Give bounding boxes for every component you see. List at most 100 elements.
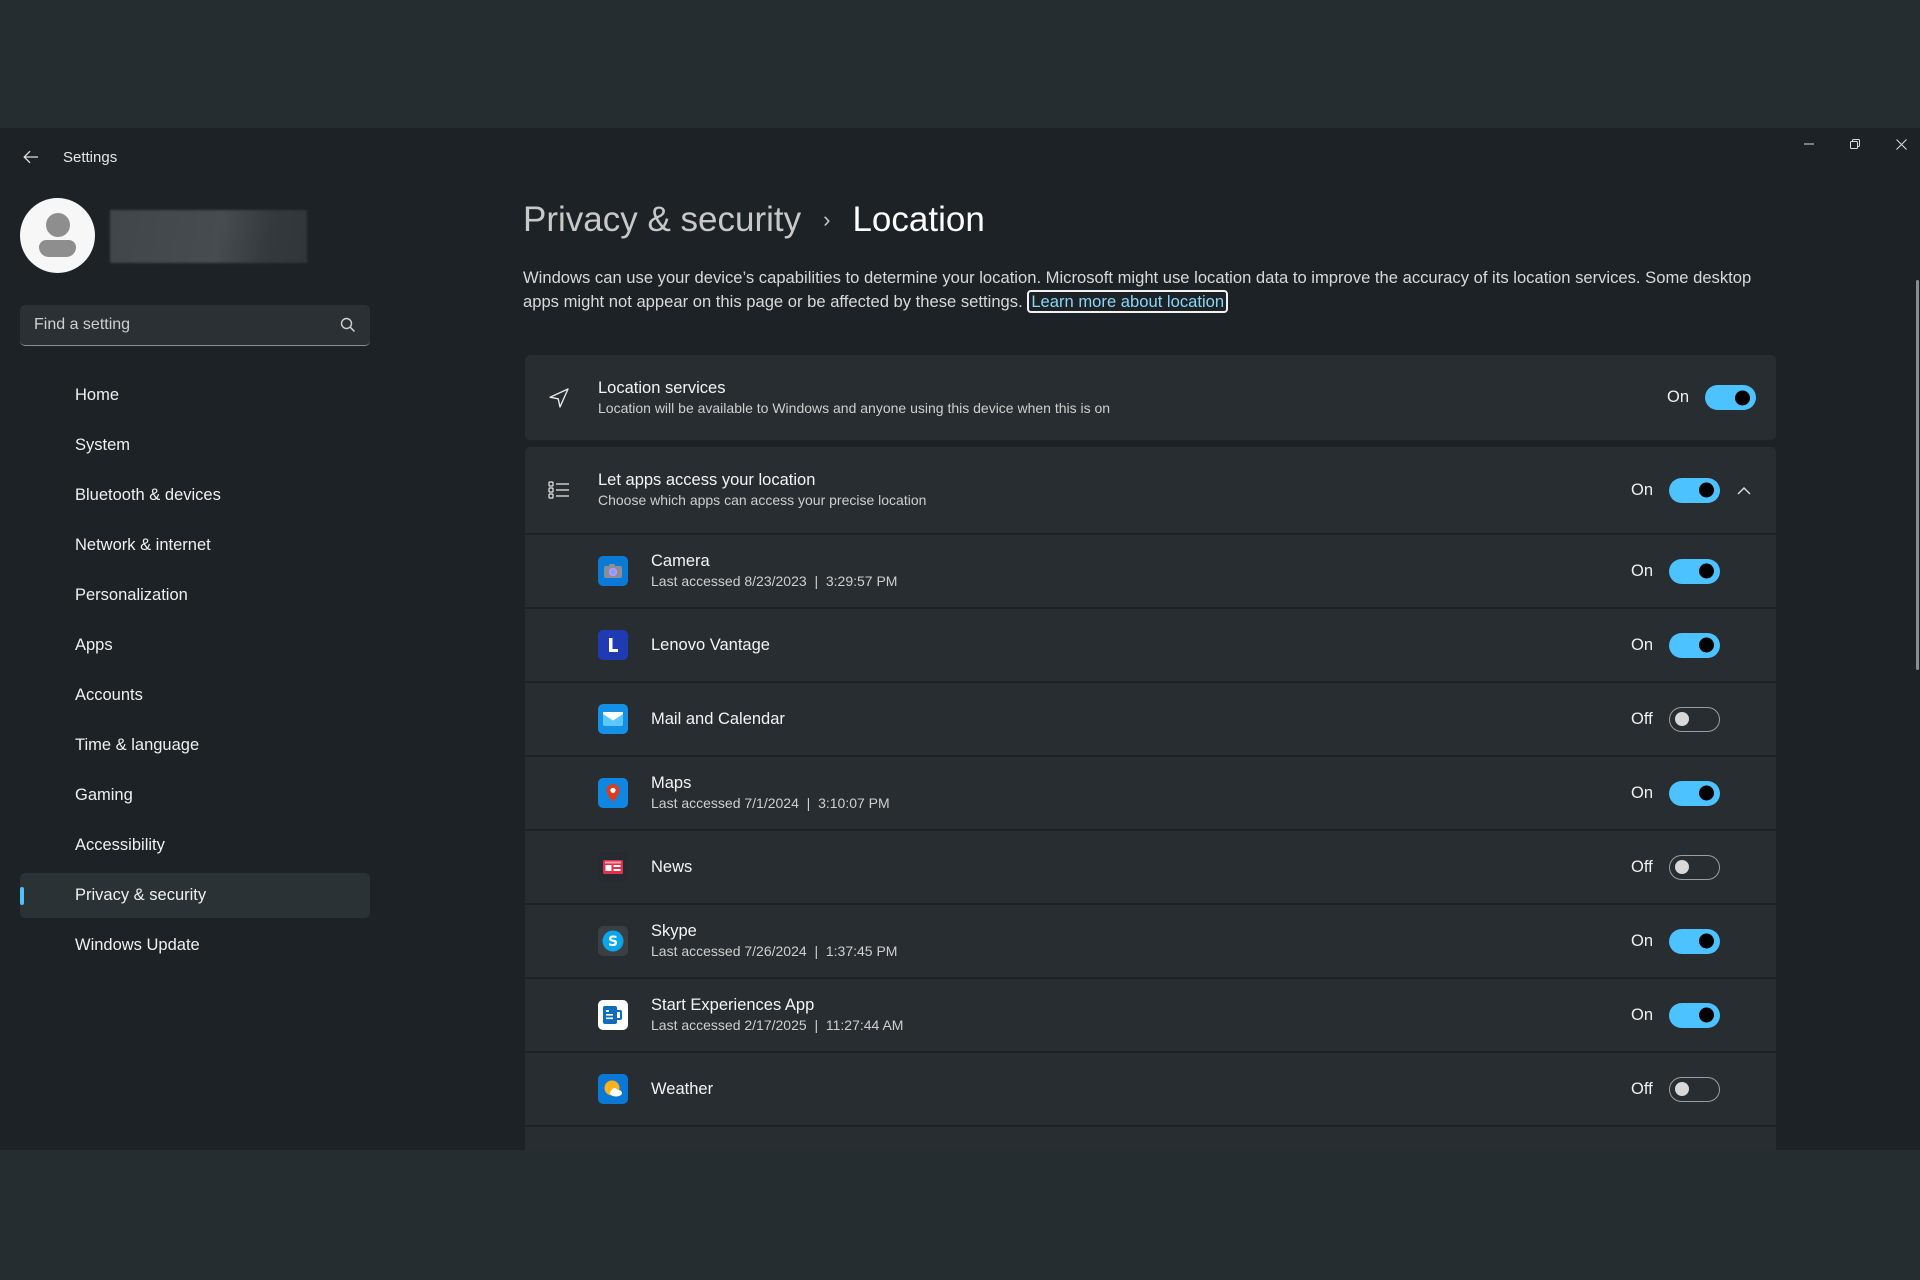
breadcrumb-chevron-icon: › xyxy=(823,207,831,232)
camera-app-icon xyxy=(598,556,628,586)
app-row-news: News Off xyxy=(525,829,1776,903)
app-row-start-experiences: Start Experiences App Last accessed 2/17… xyxy=(525,977,1776,1051)
maps-app-icon xyxy=(598,778,628,808)
app-name: Mail and Calendar xyxy=(651,710,785,728)
app-name: Lenovo Vantage xyxy=(651,636,770,654)
lenovo-vantage-location-toggle[interactable] xyxy=(1669,632,1720,658)
scrollbar[interactable] xyxy=(1916,280,1919,670)
sidebar-item-privacy-security[interactable]: Privacy & security xyxy=(20,873,370,918)
skype-location-toggle[interactable] xyxy=(1669,928,1720,954)
sidebar-item-gaming[interactable]: Gaming xyxy=(20,773,370,818)
toggle-knob xyxy=(1735,390,1750,405)
selection-indicator xyxy=(20,887,24,905)
location-services-card: Location services Location will be avail… xyxy=(525,355,1776,440)
weather-location-toggle[interactable] xyxy=(1669,1076,1720,1102)
app-row-skype: S Skype Last accessed 7/26/2024 | 1:37:4… xyxy=(525,903,1776,977)
app-access-state: On xyxy=(1631,480,1654,499)
svg-text:S: S xyxy=(608,934,618,950)
location-arrow-icon xyxy=(545,384,573,412)
mail-app-icon xyxy=(598,704,628,734)
news-location-toggle[interactable] xyxy=(1669,854,1720,880)
location-services-toggle[interactable] xyxy=(1705,385,1756,410)
location-services-title: Location services xyxy=(598,378,726,397)
skype-app-icon: S xyxy=(598,926,628,956)
app-last-accessed: Last accessed 7/26/2024 | 1:37:45 PM xyxy=(651,943,898,959)
location-services-row: Location services Location will be avail… xyxy=(525,355,1776,440)
toggle-knob xyxy=(1699,933,1714,949)
restore-button[interactable] xyxy=(1832,128,1878,160)
app-toggle-state: On xyxy=(1631,931,1654,950)
app-row-text: Mail and Calendar xyxy=(651,709,785,729)
sidebar-nav: Home System Bluetooth & devices Network … xyxy=(20,373,370,973)
app-access-text: Let apps access your location Choose whi… xyxy=(598,470,926,510)
sidebar-item-windows-update[interactable]: Windows Update xyxy=(20,923,370,968)
app-name: Maps xyxy=(651,774,692,792)
sidebar-item-label: Windows Update xyxy=(75,936,200,954)
maps-location-toggle[interactable] xyxy=(1669,780,1720,806)
app-name: Skype xyxy=(651,922,697,940)
sidebar-item-accounts[interactable]: Accounts xyxy=(20,673,370,718)
app-toggle-state: On xyxy=(1631,561,1654,580)
camera-location-toggle[interactable] xyxy=(1669,558,1720,584)
app-access-card: Let apps access your location Choose whi… xyxy=(525,447,1776,1150)
app-toggle-state: On xyxy=(1631,1005,1654,1024)
sidebar-item-personalization[interactable]: Personalization xyxy=(20,573,370,618)
sidebar-item-label: Gaming xyxy=(75,786,133,804)
close-button[interactable] xyxy=(1878,128,1920,160)
avatar-person-body xyxy=(39,240,76,257)
location-services-state: On xyxy=(1667,388,1690,406)
app-row-text: Camera Last accessed 8/23/2023 | 3:29:57… xyxy=(651,551,897,591)
app-row-text: Maps Last accessed 7/1/2024 | 3:10:07 PM xyxy=(651,773,890,813)
sidebar-item-label: Bluetooth & devices xyxy=(75,486,221,504)
app-last-accessed: Last accessed 7/1/2024 | 3:10:07 PM xyxy=(651,795,890,811)
app-toggle-state: Off xyxy=(1631,1079,1653,1098)
start-experiences-app-icon xyxy=(598,1000,628,1030)
learn-more-link[interactable]: Learn more about location xyxy=(1027,290,1229,313)
chevron-up-icon[interactable] xyxy=(1734,480,1754,500)
breadcrumb: Privacy & security › Location xyxy=(523,200,985,240)
restore-icon xyxy=(1850,139,1860,149)
breadcrumb-parent[interactable]: Privacy & security xyxy=(523,200,801,240)
app-row-text: Weather xyxy=(651,1079,713,1099)
sidebar-item-label: Accessibility xyxy=(75,836,165,854)
search-icon[interactable] xyxy=(340,317,356,333)
mail-calendar-location-toggle[interactable] xyxy=(1669,706,1720,732)
app-last-accessed: Last accessed 2/17/2025 | 11:27:44 AM xyxy=(651,1017,904,1033)
app-row-partial xyxy=(525,1125,1776,1150)
app-name: News xyxy=(651,858,693,876)
start-experiences-location-toggle[interactable] xyxy=(1669,1002,1720,1028)
sidebar-item-system[interactable]: System xyxy=(20,423,370,468)
toggle-knob xyxy=(1699,785,1714,801)
app-access-toggle[interactable] xyxy=(1669,477,1720,503)
settings-window: Settings Home System Bluetooth & devices… xyxy=(0,128,1920,1150)
avatar[interactable] xyxy=(20,198,95,273)
avatar-person-icon xyxy=(46,213,70,237)
minimize-icon xyxy=(1804,143,1814,145)
sidebar-item-time-language[interactable]: Time & language xyxy=(20,723,370,768)
news-app-icon xyxy=(598,852,628,882)
sidebar-item-bluetooth-devices[interactable]: Bluetooth & devices xyxy=(20,473,370,518)
sidebar-item-network-internet[interactable]: Network & internet xyxy=(20,523,370,568)
app-access-row[interactable]: Let apps access your location Choose whi… xyxy=(525,447,1776,533)
toggle-knob xyxy=(1675,712,1689,726)
app-row-lenovo-vantage: Lenovo Vantage On xyxy=(525,607,1776,681)
search-input[interactable] xyxy=(34,316,340,334)
app-row-text: News xyxy=(651,857,692,877)
app-access-subtitle: Choose which apps can access your precis… xyxy=(598,492,927,508)
minimize-button[interactable] xyxy=(1786,128,1832,160)
app-toggle-state: On xyxy=(1631,635,1654,654)
location-services-text: Location services Location will be avail… xyxy=(598,378,1110,418)
sidebar-item-label: Privacy & security xyxy=(75,886,207,904)
user-name-redacted xyxy=(110,210,307,263)
sidebar-item-apps[interactable]: Apps xyxy=(20,623,370,668)
app-row-mail-calendar: Mail and Calendar Off xyxy=(525,681,1776,755)
app-toggle-state: Off xyxy=(1631,709,1653,728)
sidebar-item-home[interactable]: Home xyxy=(20,373,370,418)
search-box[interactable] xyxy=(20,305,370,346)
toggle-knob xyxy=(1675,1082,1689,1096)
app-row-text: Start Experiences App Last accessed 2/17… xyxy=(651,995,903,1035)
weather-app-icon xyxy=(598,1074,628,1104)
sidebar-item-accessibility[interactable]: Accessibility xyxy=(20,823,370,868)
app-name: Camera xyxy=(651,552,710,570)
toggle-knob xyxy=(1699,563,1714,579)
